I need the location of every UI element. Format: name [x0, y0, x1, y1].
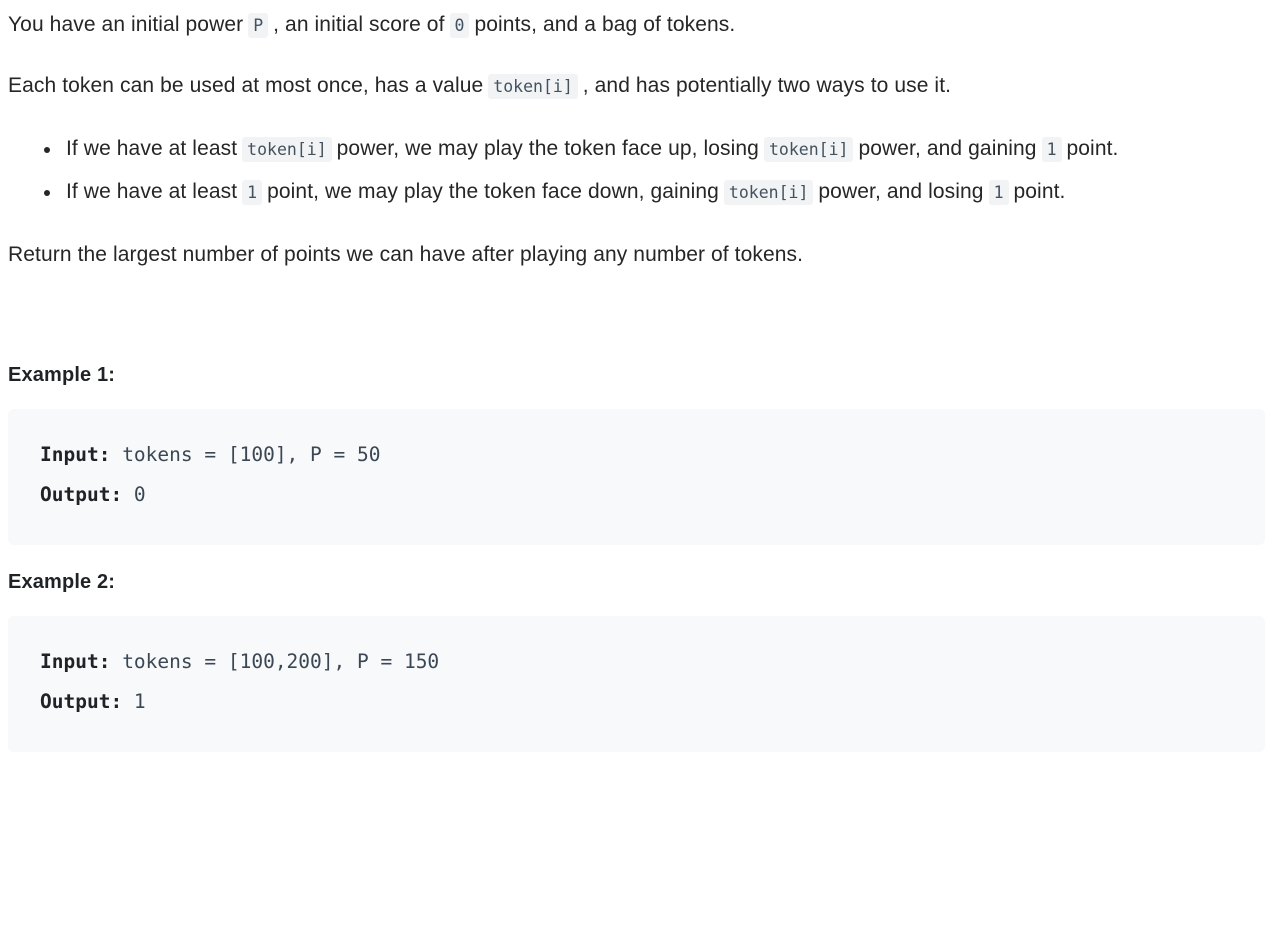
intro-paragraph: You have an initial power P, an initial s… [8, 6, 1266, 45]
inline-code-zero: 0 [449, 13, 470, 38]
rule-1-text-part-3: power, and gaining [858, 137, 1037, 160]
output-label: Output: [40, 483, 123, 506]
inline-code-token-index: token[i] [242, 137, 332, 162]
example-1-heading: Example 1: [8, 364, 116, 386]
input-value: tokens = [100,200], P = 150 [110, 650, 440, 673]
list-item: If we have at least token[i] power, we may… [44, 128, 1266, 171]
description-paragraph: Each token can be used at most once, has… [8, 67, 1266, 106]
rule-2-text-part-3: power, and losing [818, 180, 984, 203]
output-value: 1 [122, 690, 146, 713]
example-2-heading: Example 2: [8, 571, 116, 593]
rule-1-text-part-1: If we have at least [66, 137, 238, 160]
example-1-input-line: Input: tokens = [100], P = 50 [40, 435, 1233, 475]
intro-text-part-2: , an initial score of [273, 13, 445, 36]
inline-code-one: 1 [1041, 137, 1062, 162]
inline-code-token-index: token[i] [763, 137, 854, 162]
problem-description-page: You have an initial power P, an initial s… [0, 6, 1274, 752]
example-1-code-block: Input: tokens = [100], P = 50 Output: 0 [8, 409, 1265, 545]
rule-2-text-part-1: If we have at least [66, 180, 238, 203]
example-2-code-block: Input: tokens = [100,200], P = 150 Output… [8, 616, 1265, 752]
rule-1-text-part-2: power, we may play the token face up, lo… [336, 137, 759, 160]
output-label: Output: [40, 690, 123, 713]
inline-code-token-index: token[i] [488, 74, 578, 99]
intro-text-part-1: You have an initial power [8, 13, 244, 36]
rule-2-text-part-4: point. [1013, 180, 1066, 203]
example-2-output-line: Output: 1 [40, 682, 1233, 722]
example-1-output-line: Output: 0 [40, 475, 1233, 515]
rules-list: If we have at least token[i] power, we may… [8, 128, 1266, 214]
inline-code-one: 1 [988, 180, 1009, 205]
list-item: If we have at least 1 point, we may play t… [44, 171, 1266, 214]
output-value: 0 [122, 483, 146, 506]
rule-2-text-part-2: point, we may play the token face down, … [267, 180, 719, 203]
rule-1-text-part-4: point. [1066, 137, 1119, 160]
return-statement-paragraph: Return the largest number of points we c… [8, 243, 804, 266]
input-value: tokens = [100], P = 50 [110, 443, 381, 466]
inline-code-token-index: token[i] [723, 180, 814, 205]
description-text-part-1: Each token can be used at most once, has… [8, 74, 484, 97]
inline-code-one: 1 [242, 180, 263, 205]
inline-code-power: P [248, 13, 269, 38]
example-2-input-line: Input: tokens = [100,200], P = 150 [40, 642, 1233, 682]
input-label: Input: [40, 443, 111, 466]
input-label: Input: [40, 650, 111, 673]
intro-text-part-3: points, and a bag of tokens. [474, 13, 736, 36]
description-text-part-2: , and has potentially two ways to use it… [582, 74, 952, 97]
